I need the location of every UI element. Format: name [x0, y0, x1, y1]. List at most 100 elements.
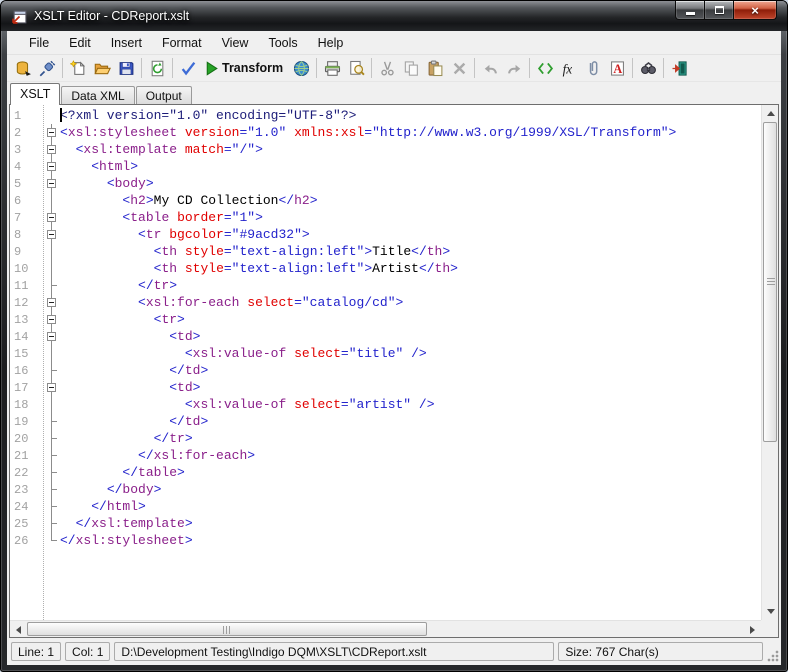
menu-item-help[interactable]: Help	[308, 33, 354, 53]
svg-text:fx: fx	[562, 61, 572, 76]
fold-marker	[44, 362, 60, 379]
code-text: <?xml version="1.0" encoding="UTF-8"?>	[60, 108, 357, 123]
code-tags-button[interactable]	[533, 56, 557, 80]
fold-marker	[44, 481, 60, 498]
horizontal-scroll-thumb[interactable]	[27, 622, 427, 636]
fold-collapse-box[interactable]	[44, 379, 60, 396]
line-number: 5	[14, 176, 22, 191]
horizontal-scrollbar[interactable]	[10, 620, 761, 637]
attachment-button[interactable]	[581, 56, 605, 80]
line-number: 23	[14, 482, 29, 497]
transform-label: Transform	[222, 61, 284, 75]
minimize-icon	[685, 11, 695, 15]
fold-marker	[44, 464, 60, 481]
tab-xslt[interactable]: XSLT	[10, 83, 61, 105]
validate-icon	[181, 61, 195, 75]
maximize-button[interactable]	[705, 1, 733, 20]
open-folder-button[interactable]	[90, 56, 114, 80]
fold-collapse-box[interactable]	[44, 294, 60, 311]
undo-button[interactable]	[478, 56, 502, 80]
fold-collapse-box[interactable]	[44, 328, 60, 345]
line-number: 4	[14, 159, 22, 174]
menu-item-tools[interactable]: Tools	[258, 33, 307, 53]
font-button[interactable]: A	[605, 56, 629, 80]
print-preview-button[interactable]	[344, 56, 368, 80]
connect-button[interactable]	[35, 56, 59, 80]
connect-icon	[39, 60, 55, 76]
exit-button[interactable]	[667, 56, 691, 80]
line-number: 14	[14, 329, 29, 344]
scroll-down-button[interactable]	[762, 603, 778, 620]
fold-collapse-box[interactable]	[44, 175, 60, 192]
code-text: <xsl:value-of select="title" />	[184, 346, 427, 361]
save-button[interactable]	[114, 56, 138, 80]
scroll-left-button[interactable]	[10, 621, 27, 637]
vertical-scroll-thumb[interactable]	[763, 122, 777, 442]
code-text: <tr bgcolor="#9acd32">	[138, 227, 310, 242]
redo-button[interactable]	[502, 56, 526, 80]
line-number: 3	[14, 142, 22, 157]
close-button[interactable]: ×	[733, 1, 777, 20]
menu-item-view[interactable]: View	[212, 33, 259, 53]
line-number: 13	[14, 312, 29, 327]
code-line: 25 </xsl:template>	[10, 515, 761, 532]
vertical-scrollbar[interactable]	[761, 105, 778, 620]
new-document-button[interactable]	[66, 56, 90, 80]
line-number: 6	[14, 193, 22, 208]
open-folder-icon	[93, 63, 111, 74]
window-title: XSLT Editor - CDReport.xslt	[34, 9, 190, 23]
browser-globe-button[interactable]	[289, 56, 313, 80]
code-text: </xsl:for-each>	[138, 448, 256, 463]
scroll-up-button[interactable]	[762, 105, 778, 122]
fold-collapse-box[interactable]	[44, 158, 60, 175]
code-line: 6 <h2>My CD Collection</h2>	[10, 192, 761, 209]
fold-collapse-box[interactable]	[44, 209, 60, 226]
menu-item-insert[interactable]: Insert	[101, 33, 152, 53]
line-number: 9	[14, 244, 22, 259]
tab-output[interactable]: Output	[135, 86, 192, 104]
delete-button[interactable]	[447, 56, 471, 80]
status-bar: Line: 1 Col: 1 D:\Development Testing\In…	[7, 638, 781, 665]
function-button[interactable]: fx	[557, 56, 581, 80]
fold-collapse-box[interactable]	[44, 226, 60, 243]
undo-icon	[484, 64, 497, 74]
code-area[interactable]: 1 <?xml version="1.0" encoding="UTF-8"?> 2…	[10, 105, 761, 620]
database-export-button[interactable]	[11, 56, 35, 80]
fold-collapse-box[interactable]	[44, 124, 60, 141]
scrollbar-corner	[761, 620, 778, 637]
tab-data-xml[interactable]: Data XML	[61, 86, 135, 104]
minimize-button[interactable]	[675, 1, 705, 20]
fold-marker	[44, 192, 60, 209]
copy-button[interactable]	[399, 56, 423, 80]
menu-item-format[interactable]: Format	[152, 33, 212, 53]
line-number: 20	[14, 431, 29, 446]
fold-marker	[44, 515, 60, 532]
svg-text:A: A	[613, 61, 622, 75]
status-col-indicator: Col: 1	[65, 642, 111, 661]
xslt-editor-panel[interactable]: 1 <?xml version="1.0" encoding="UTF-8"?> 2…	[9, 104, 779, 638]
transform-button[interactable]: Transform	[200, 56, 289, 80]
line-number: 16	[14, 363, 29, 378]
refresh-button[interactable]	[145, 56, 169, 80]
toolbar-separator	[316, 58, 318, 78]
validate-button[interactable]	[176, 56, 200, 80]
titlebar[interactable]: XSLT Editor - CDReport.xslt ×	[1, 1, 787, 31]
code-text: <body>	[106, 176, 154, 191]
scroll-right-button[interactable]	[744, 621, 761, 637]
toolbar-separator	[141, 58, 142, 78]
fold-collapse-box[interactable]	[44, 311, 60, 328]
code-text: </table>	[122, 465, 185, 480]
cut-button[interactable]	[375, 56, 399, 80]
line-number: 21	[14, 448, 29, 463]
print-button[interactable]	[320, 56, 344, 80]
menu-item-file[interactable]: File	[19, 33, 59, 53]
fold-collapse-box[interactable]	[44, 141, 60, 158]
paste-button[interactable]	[423, 56, 447, 80]
line-number: 26	[14, 533, 29, 548]
line-number: 2	[14, 125, 22, 140]
code-line: 7 <table border="1">	[10, 209, 761, 226]
find-button[interactable]	[636, 56, 660, 80]
xslt-editor-window: XSLT Editor - CDReport.xslt × File Edit In…	[0, 0, 788, 672]
menu-item-edit[interactable]: Edit	[59, 33, 101, 53]
resize-grip[interactable]	[767, 650, 779, 662]
